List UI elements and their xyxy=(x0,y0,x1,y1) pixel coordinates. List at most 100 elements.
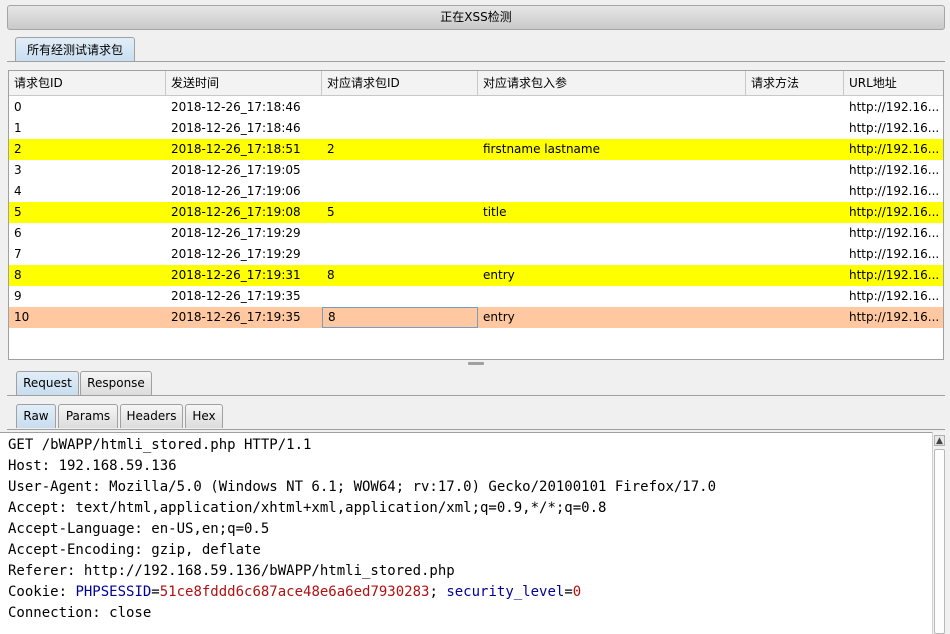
tab-request[interactable]: Request xyxy=(16,371,79,395)
cell-params[interactable] xyxy=(478,118,746,139)
cell-params[interactable]: title xyxy=(478,202,746,223)
tab-headers[interactable]: Headers xyxy=(120,404,183,428)
cell-params[interactable] xyxy=(478,181,746,202)
cell-method[interactable] xyxy=(746,118,844,139)
cell-send-time[interactable]: 2018-12-26_17:19:35 xyxy=(166,286,322,307)
cell-request-id[interactable]: 4 xyxy=(9,181,166,202)
cell-ref-id[interactable]: 2 xyxy=(322,139,478,160)
cell-ref-id[interactable] xyxy=(322,223,478,244)
cell-params[interactable] xyxy=(478,223,746,244)
cell-method[interactable] xyxy=(746,223,844,244)
cell-url[interactable]: http://192.16... xyxy=(844,265,943,286)
table-row[interactable]: 3 2018-12-26_17:19:05 http://192.16... xyxy=(9,160,943,181)
cell-method[interactable] xyxy=(746,265,844,286)
cell-ref-id[interactable]: 5 xyxy=(322,202,478,223)
cell-method[interactable] xyxy=(746,160,844,181)
cell-method[interactable] xyxy=(746,286,844,307)
cell-url[interactable]: http://192.16... xyxy=(844,139,943,160)
cell-params[interactable]: firstname lastname xyxy=(478,139,746,160)
cell-params[interactable]: entry xyxy=(478,307,746,328)
cell-ref-id[interactable] xyxy=(322,118,478,139)
cell-ref-id[interactable] xyxy=(322,244,478,265)
cell-url[interactable]: http://192.16... xyxy=(844,223,943,244)
cell-params[interactable]: entry xyxy=(478,265,746,286)
cell-url[interactable]: http://192.16... xyxy=(844,118,943,139)
cell-ref-id[interactable] xyxy=(322,286,478,307)
cell-params[interactable] xyxy=(478,160,746,181)
cell-url[interactable]: http://192.16... xyxy=(844,202,943,223)
column-header-send-time[interactable]: 发送时间 xyxy=(166,71,322,96)
table-row[interactable]: 5 2018-12-26_17:19:08 5 title http://192.16.… xyxy=(9,202,943,223)
column-header-params[interactable]: 对应请求包入参 xyxy=(478,71,746,96)
cell-method[interactable] xyxy=(746,307,844,328)
column-header-method[interactable]: 请求方法 xyxy=(746,71,844,96)
column-header-url[interactable]: URL地址 xyxy=(844,71,943,96)
table-row[interactable]: 8 2018-12-26_17:19:31 8 entry http://192.16.… xyxy=(9,265,943,286)
table-row[interactable]: 10 2018-12-26_17:19:35 8 entry http://192.16… xyxy=(9,307,943,328)
tab-params[interactable]: Params xyxy=(58,404,118,428)
cell-send-time[interactable]: 2018-12-26_17:18:46 xyxy=(166,97,322,118)
editor-scrollbar[interactable]: ▲ xyxy=(932,432,946,634)
cell-request-id[interactable]: 1 xyxy=(9,118,166,139)
cookie-prefix: Cookie: xyxy=(8,584,76,600)
table-row[interactable]: 1 2018-12-26_17:18:46 http://192.16... xyxy=(9,118,943,139)
tab-hex[interactable]: Hex xyxy=(185,404,223,428)
cell-send-time[interactable]: 2018-12-26_17:18:46 xyxy=(166,118,322,139)
cell-request-id[interactable]: 3 xyxy=(9,160,166,181)
cell-params[interactable] xyxy=(478,286,746,307)
connection-header: Connection: close xyxy=(8,605,152,621)
cell-url[interactable]: http://192.16... xyxy=(844,160,943,181)
cell-ref-id[interactable] xyxy=(322,160,478,181)
scrollbar-thumb[interactable] xyxy=(934,449,945,634)
cell-ref-id[interactable] xyxy=(322,181,478,202)
cell-request-id[interactable]: 10 xyxy=(9,307,166,328)
raw-request-editor[interactable]: GET /bWAPP/htmli_stored.php HTTP/1.1 Hos… xyxy=(0,432,932,634)
divider xyxy=(7,429,945,430)
scroll-up-icon[interactable]: ▲ xyxy=(934,435,945,446)
table-row[interactable]: 9 2018-12-26_17:19:35 http://192.16... xyxy=(9,286,943,307)
table-row[interactable]: 7 2018-12-26_17:19:29 http://192.16... xyxy=(9,244,943,265)
cell-url[interactable]: http://192.16... xyxy=(844,244,943,265)
cell-ref-id[interactable]: 8 xyxy=(322,265,478,286)
cell-send-time[interactable]: 2018-12-26_17:19:29 xyxy=(166,244,322,265)
cell-method[interactable] xyxy=(746,202,844,223)
cell-request-id[interactable]: 9 xyxy=(9,286,166,307)
cell-url[interactable]: http://192.16... xyxy=(844,286,943,307)
tab-all-tested-requests[interactable]: 所有经测试请求包 xyxy=(15,37,135,62)
divider xyxy=(7,395,945,396)
table-row[interactable]: 0 2018-12-26_17:18:46 http://192.16... xyxy=(9,97,943,118)
pane-splitter[interactable] xyxy=(8,361,944,368)
host-header: Host: 192.168.59.136 xyxy=(8,458,177,474)
cell-method[interactable] xyxy=(746,244,844,265)
table-row[interactable]: 6 2018-12-26_17:19:29 http://192.16... xyxy=(9,223,943,244)
cell-method[interactable] xyxy=(746,181,844,202)
cell-method[interactable] xyxy=(746,97,844,118)
column-header-ref-id[interactable]: 对应请求包ID xyxy=(322,71,478,96)
tab-response[interactable]: Response xyxy=(80,371,152,395)
cell-ref-id[interactable] xyxy=(322,97,478,118)
cell-url[interactable]: http://192.16... xyxy=(844,307,943,328)
cell-url[interactable]: http://192.16... xyxy=(844,97,943,118)
table-row[interactable]: 2 2018-12-26_17:18:51 2 firstname lastname h… xyxy=(9,139,943,160)
cell-params[interactable] xyxy=(478,97,746,118)
cell-request-id[interactable]: 7 xyxy=(9,244,166,265)
cell-method[interactable] xyxy=(746,139,844,160)
cell-url[interactable]: http://192.16... xyxy=(844,181,943,202)
cell-send-time[interactable]: 2018-12-26_17:19:29 xyxy=(166,223,322,244)
cell-request-id[interactable]: 6 xyxy=(9,223,166,244)
cell-send-time[interactable]: 2018-12-26_17:19:35 xyxy=(166,307,322,328)
tab-raw[interactable]: Raw xyxy=(16,404,56,428)
cell-request-id[interactable]: 8 xyxy=(9,265,166,286)
cell-request-id[interactable]: 2 xyxy=(9,139,166,160)
column-header-request-id[interactable]: 请求包ID xyxy=(9,71,166,96)
cell-request-id[interactable]: 5 xyxy=(9,202,166,223)
table-row[interactable]: 4 2018-12-26_17:19:06 http://192.16... xyxy=(9,181,943,202)
cell-request-id[interactable]: 0 xyxy=(9,97,166,118)
cell-send-time[interactable]: 2018-12-26_17:19:05 xyxy=(166,160,322,181)
cell-send-time[interactable]: 2018-12-26_17:18:51 xyxy=(166,139,322,160)
cell-ref-id[interactable]: 8 xyxy=(322,307,478,328)
cell-send-time[interactable]: 2018-12-26_17:19:08 xyxy=(166,202,322,223)
cell-params[interactable] xyxy=(478,244,746,265)
cell-send-time[interactable]: 2018-12-26_17:19:06 xyxy=(166,181,322,202)
cell-send-time[interactable]: 2018-12-26_17:19:31 xyxy=(166,265,322,286)
